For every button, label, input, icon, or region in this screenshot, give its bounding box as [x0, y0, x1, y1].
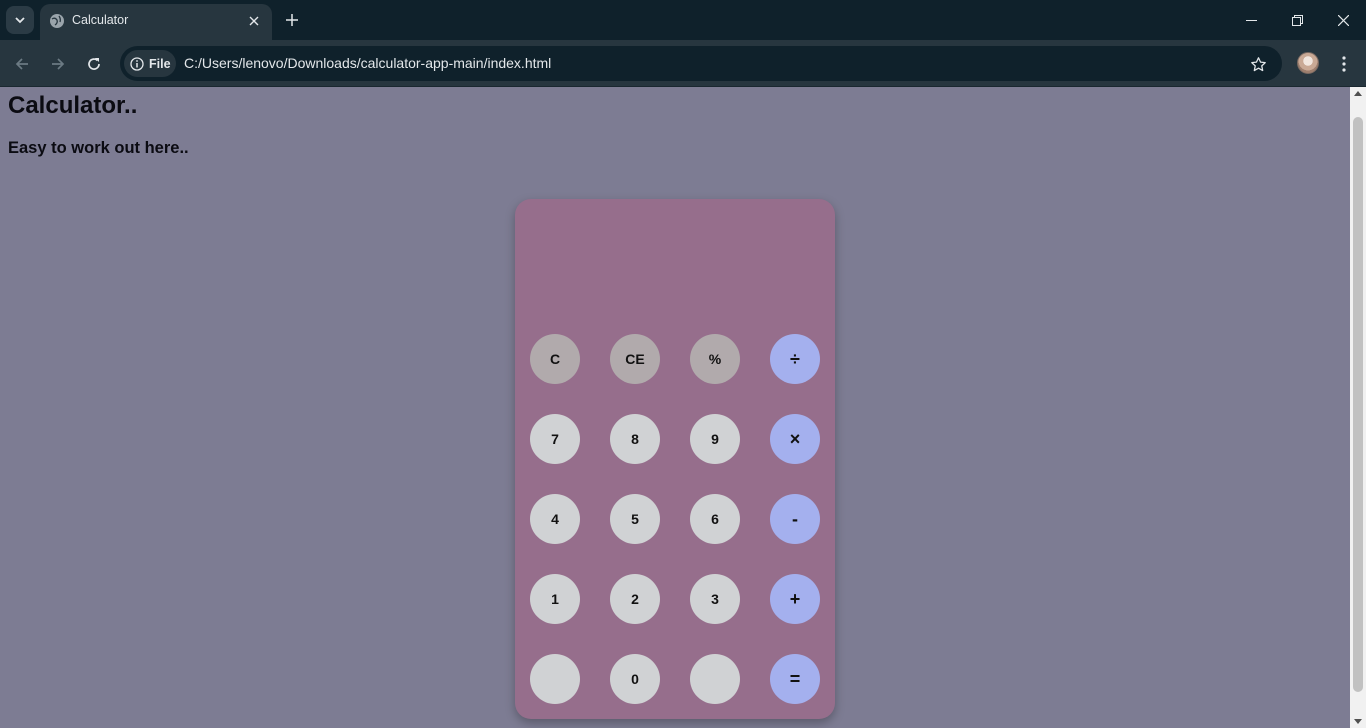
page-viewport: Calculator.. Easy to work out here.. C C… — [0, 87, 1350, 728]
digit-5-button[interactable]: 5 — [610, 494, 660, 544]
digit-0-button[interactable]: 0 — [610, 654, 660, 704]
chevron-down-icon — [15, 17, 25, 24]
add-button[interactable]: + — [770, 574, 820, 624]
globe-icon — [50, 14, 64, 28]
scroll-up-arrow-icon[interactable] — [1354, 91, 1362, 96]
page-title: Calculator.. — [8, 92, 138, 119]
browser-tab[interactable]: Calculator — [40, 4, 272, 40]
digit-1-button[interactable]: 1 — [530, 574, 580, 624]
calculator: C CE % ÷ 7 8 9 × 4 5 6 - 1 2 3 + 0 = — [515, 199, 835, 719]
tab-close-button[interactable] — [244, 11, 264, 31]
digit-4-button[interactable]: 4 — [530, 494, 580, 544]
clear-button[interactable]: C — [530, 334, 580, 384]
calculator-display — [529, 213, 821, 323]
address-bar[interactable]: File C:/Users/lenovo/Downloads/calculato… — [120, 46, 1282, 81]
clear-entry-button[interactable]: CE — [610, 334, 660, 384]
back-button[interactable] — [8, 50, 36, 78]
digit-2-button[interactable]: 2 — [610, 574, 660, 624]
new-tab-button[interactable] — [280, 8, 304, 32]
arrow-left-icon — [15, 58, 28, 70]
browser-toolbar: File C:/Users/lenovo/Downloads/calculato… — [0, 40, 1366, 87]
close-icon — [1337, 14, 1349, 26]
star-icon — [1250, 56, 1266, 71]
equals-button[interactable]: = — [770, 654, 820, 704]
multiply-button[interactable]: × — [770, 414, 820, 464]
profile-avatar[interactable] — [1297, 52, 1319, 74]
close-icon — [249, 16, 259, 26]
site-info-chip[interactable]: File — [124, 50, 176, 77]
more-vertical-icon — [1342, 56, 1346, 72]
minimize-icon — [1245, 19, 1257, 21]
reload-icon — [88, 58, 100, 70]
tab-title: Calculator — [72, 13, 129, 27]
digit-8-button[interactable]: 8 — [610, 414, 660, 464]
url-text[interactable]: C:/Users/lenovo/Downloads/calculator-app… — [184, 55, 551, 71]
browser-menu-button[interactable] — [1333, 50, 1355, 78]
browser-tab-strip: Calculator — [0, 0, 1366, 40]
blank-key-right[interactable] — [690, 654, 740, 704]
restore-button[interactable] — [1279, 6, 1315, 34]
arrow-right-icon — [52, 58, 65, 70]
blank-key-left[interactable] — [530, 654, 580, 704]
info-icon — [130, 56, 144, 71]
reload-button[interactable] — [80, 50, 108, 78]
digit-3-button[interactable]: 3 — [690, 574, 740, 624]
restore-icon — [1291, 14, 1303, 26]
bookmark-button[interactable] — [1246, 52, 1270, 76]
digit-7-button[interactable]: 7 — [530, 414, 580, 464]
page-subtitle: Easy to work out here.. — [8, 139, 189, 157]
percent-button[interactable]: % — [690, 334, 740, 384]
subtract-button[interactable]: - — [770, 494, 820, 544]
tab-search-button[interactable] — [6, 6, 34, 34]
minimize-button[interactable] — [1233, 6, 1269, 34]
plus-icon — [286, 14, 298, 26]
scrollbar-thumb[interactable] — [1353, 117, 1363, 692]
vertical-scrollbar[interactable] — [1350, 87, 1366, 728]
digit-6-button[interactable]: 6 — [690, 494, 740, 544]
digit-9-button[interactable]: 9 — [690, 414, 740, 464]
scroll-down-arrow-icon[interactable] — [1354, 719, 1362, 724]
close-window-button[interactable] — [1325, 6, 1361, 34]
divide-button[interactable]: ÷ — [770, 334, 820, 384]
site-info-label: File — [149, 56, 171, 71]
forward-button[interactable] — [44, 50, 72, 78]
